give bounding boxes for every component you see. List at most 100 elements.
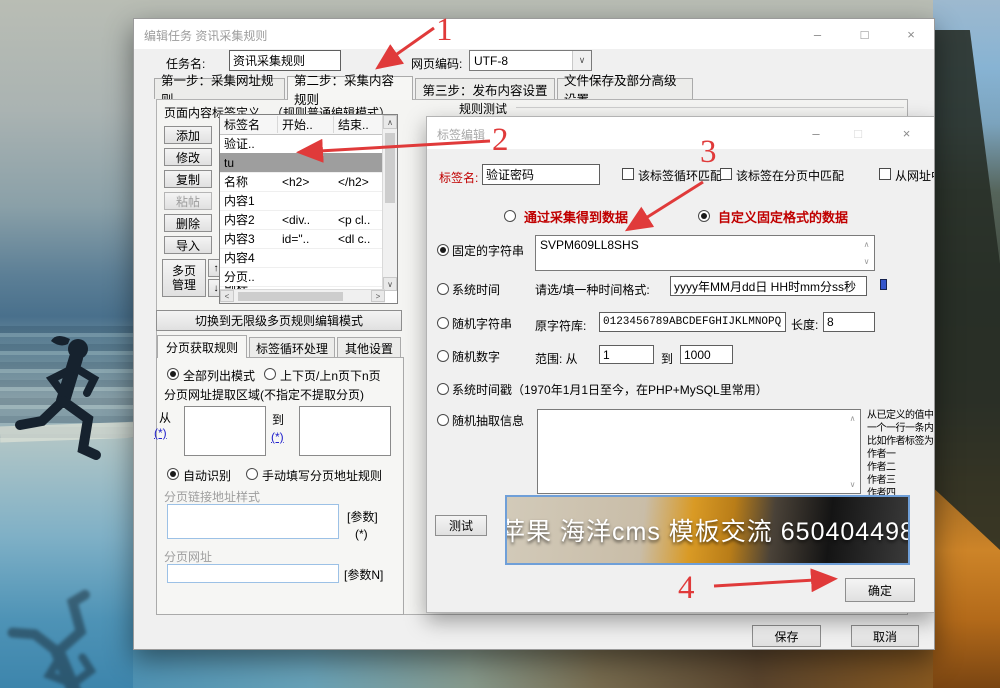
cell: 内容4 — [220, 249, 278, 266]
table-row[interactable]: 内容2<div..<p cl.. — [220, 210, 385, 230]
encoding-label: 网页编码: — [411, 55, 462, 72]
range-to-input[interactable] — [680, 345, 733, 364]
range-from-input[interactable] — [599, 345, 654, 364]
fixed-string-textarea[interactable]: SVPM609LL8SHS ∧ ∨ — [535, 235, 875, 271]
save-button[interactable]: 保存 — [752, 625, 821, 647]
vscroll-thumb[interactable] — [385, 133, 395, 203]
scroll-up-icon[interactable]: ∧ — [860, 237, 873, 252]
radio-updown[interactable] — [264, 368, 276, 380]
encoding-select[interactable]: UTF-8 ∨ — [469, 50, 592, 71]
tab-step1[interactable]: 第一步：采集网址规则 — [154, 78, 285, 99]
radio-random-pick[interactable] — [437, 414, 449, 426]
multipage-manage-button[interactable]: 多页 管理 — [162, 259, 206, 297]
link-style-textarea[interactable] — [167, 504, 339, 539]
scroll-down-icon[interactable]: ∨ — [846, 477, 859, 492]
scroll-up-icon[interactable]: ∧ — [846, 411, 859, 426]
table-row[interactable]: 名称<h2></h2> — [220, 172, 385, 192]
cancel-button[interactable]: 取消 — [851, 625, 919, 647]
ok-button[interactable]: 确定 — [845, 578, 915, 602]
delete-button[interactable]: 删除 — [164, 214, 212, 232]
checkbox-page-match-label: 该标签在分页中匹配 — [736, 167, 844, 184]
range-to-label: 到 — [661, 350, 673, 367]
tag-close-button[interactable]: × — [879, 117, 934, 149]
random-pick-help: 从已定义的值中随机抽取 一个一行一条内容信息 比如作者标签为: 作者一 作者二 … — [867, 409, 933, 505]
table-vscrollbar[interactable]: ∧ ∨ — [382, 115, 397, 291]
radio-auto-detect-label: 自动识别 — [183, 467, 231, 484]
test-button[interactable]: 测试 — [435, 515, 487, 536]
task-name-input[interactable] — [229, 50, 341, 71]
radio-collected-data-label: 通过采集得到数据 — [524, 207, 628, 226]
hscroll-thumb[interactable] — [238, 292, 343, 301]
checkbox-from-url[interactable] — [879, 168, 891, 180]
from-star-link[interactable]: (*) — [154, 426, 167, 440]
radio-random-number[interactable] — [437, 350, 449, 362]
cell: <h2> — [278, 175, 334, 189]
tab-file-save[interactable]: 文件保存及部分高级设置 — [557, 78, 693, 99]
charset-input[interactable] — [599, 312, 786, 332]
radio-fixed-string[interactable] — [437, 244, 449, 256]
scroll-left-icon[interactable]: < — [220, 290, 234, 302]
subtab-paging-rule[interactable]: 分页获取规则 — [157, 335, 247, 358]
edit-task-dialog: 编辑任务 资讯采集规则 – □ × 任务名: 网页编码: UTF-8 ∨ 第一步… — [133, 18, 935, 650]
length-input[interactable] — [823, 312, 875, 332]
import-button[interactable]: 导入 — [164, 236, 212, 254]
table-row[interactable]: 验证.. — [220, 134, 385, 154]
radio-manual-label: 手动填写分页地址规则 — [262, 467, 382, 484]
subtab-tag-loop[interactable]: 标签循环处理 — [249, 337, 335, 358]
radio-collected-data[interactable] — [504, 210, 516, 222]
table-row[interactable]: 内容1 — [220, 191, 385, 211]
minimize-button[interactable]: – — [794, 19, 841, 49]
from-textarea[interactable] — [184, 406, 266, 456]
add-button[interactable]: 添加 — [164, 126, 212, 144]
pin-icon[interactable] — [880, 279, 887, 290]
page-url-input[interactable] — [167, 564, 339, 583]
paste-button[interactable]: 粘帖 — [164, 192, 212, 210]
runner-silhouette — [4, 322, 144, 532]
col-end[interactable]: 结束.. — [334, 116, 381, 133]
copy-button[interactable]: 复制 — [164, 170, 212, 188]
radio-random-string[interactable] — [437, 317, 449, 329]
tag-minimize-button[interactable]: – — [795, 117, 837, 149]
table-row[interactable]: 内容3id="..<dl c.. — [220, 229, 385, 249]
tag-name-input[interactable] — [482, 164, 600, 185]
checkbox-loop-match[interactable] — [622, 168, 634, 180]
radio-timestamp[interactable] — [437, 383, 449, 395]
scroll-up-icon[interactable]: ∧ — [383, 115, 397, 129]
scroll-down-icon[interactable]: ∨ — [383, 277, 397, 291]
table-hscrollbar[interactable]: < > — [220, 289, 385, 303]
cell: <dl c.. — [334, 232, 381, 246]
switch-mode-button[interactable]: 切换到无限级多页规则编辑模式 — [156, 310, 402, 331]
edit-button[interactable]: 修改 — [164, 148, 212, 166]
close-button[interactable]: × — [888, 19, 934, 49]
scroll-right-icon[interactable]: > — [371, 290, 385, 302]
time-format-input[interactable] — [670, 276, 867, 296]
radio-system-time[interactable] — [437, 283, 449, 295]
to-textarea[interactable] — [299, 406, 391, 456]
radio-auto-detect[interactable] — [167, 468, 179, 480]
tab-step3[interactable]: 第三步：发布内容设置 — [415, 78, 555, 99]
radio-list-all[interactable] — [167, 368, 179, 380]
radio-custom-data[interactable] — [698, 210, 710, 222]
radio-list-all-label: 全部列出模式 — [183, 367, 255, 384]
to-star-link[interactable]: (*) — [271, 430, 284, 444]
help-line: 作者一 — [867, 448, 933, 461]
table-row[interactable]: 内容4 — [220, 248, 385, 268]
help-line: 作者三 — [867, 474, 933, 487]
radio-fixed-string-label: 固定的字符串 — [452, 242, 524, 259]
checkbox-loop-match-label: 该标签循环匹配 — [638, 167, 722, 184]
multipage-line2: 管理 — [172, 278, 196, 292]
radio-manual[interactable] — [246, 468, 258, 480]
checkbox-page-match[interactable] — [720, 168, 732, 180]
table-row[interactable]: 分页.. — [220, 267, 385, 287]
table-row-selected[interactable]: tu — [220, 153, 385, 173]
maximize-button[interactable]: □ — [841, 19, 888, 49]
scroll-down-icon[interactable]: ∨ — [860, 254, 873, 269]
col-start[interactable]: 开始.. — [278, 116, 334, 133]
tab-step2[interactable]: 第二步：采集内容规则 — [287, 76, 413, 100]
wallpaper-shore — [133, 648, 933, 688]
help-line: 一个一行一条内容信息 — [867, 422, 933, 435]
subtab-other[interactable]: 其他设置 — [337, 337, 401, 358]
tag-maximize-button[interactable]: □ — [837, 117, 879, 149]
col-tag-name[interactable]: 标签名 — [220, 116, 278, 133]
random-pick-textarea[interactable]: ∧ ∨ — [537, 409, 861, 494]
